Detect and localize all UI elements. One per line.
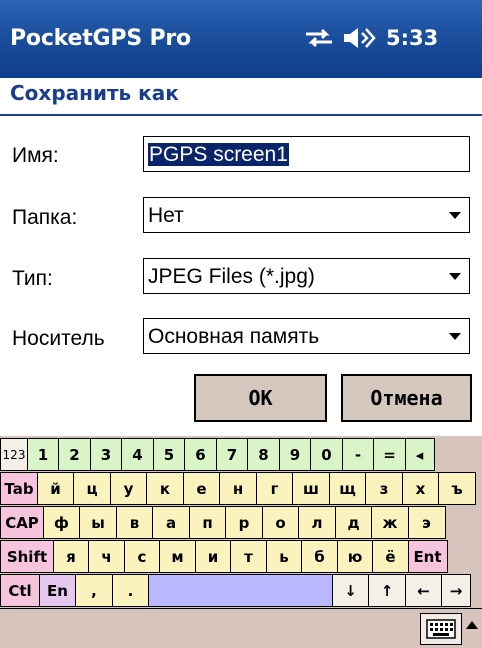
key[interactable]: 2 xyxy=(58,438,91,471)
key[interactable]: ц xyxy=(73,472,111,505)
key[interactable]: 8 xyxy=(247,438,280,471)
backspace-key[interactable]: ◂ xyxy=(404,438,435,471)
lang-key[interactable]: En xyxy=(38,574,77,607)
chevron-down-icon xyxy=(449,212,461,219)
key[interactable]: ч xyxy=(88,540,125,573)
storage-value: Основная память xyxy=(148,325,320,348)
app-title: PocketGPS Pro xyxy=(10,26,191,51)
enter-key[interactable]: Ent xyxy=(407,540,448,573)
key[interactable]: 3 xyxy=(89,438,123,471)
key[interactable]: = xyxy=(373,438,406,471)
dialog-title: Сохранить как xyxy=(10,81,179,105)
caps-key[interactable]: CAP xyxy=(0,506,44,539)
key[interactable]: х xyxy=(401,472,440,505)
space-key[interactable] xyxy=(148,574,333,607)
key[interactable]: л xyxy=(298,506,336,539)
keyboard-row-4: Shift я ч с м и т ь б ю ё Ent xyxy=(0,540,448,573)
key[interactable]: 7 xyxy=(215,438,249,471)
key[interactable]: с xyxy=(123,540,161,573)
keyboard-row-1: 123 1 2 3 4 5 6 7 8 9 0 - = ◂ xyxy=(0,438,435,471)
key[interactable]: ё xyxy=(372,540,409,573)
left-arrow-key[interactable]: ← xyxy=(404,574,443,607)
key[interactable]: д xyxy=(334,506,373,539)
clock[interactable]: 5:33 xyxy=(386,24,438,52)
key[interactable]: к xyxy=(146,472,184,505)
key[interactable]: 9 xyxy=(278,438,312,471)
key[interactable]: н xyxy=(219,472,257,505)
storage-select[interactable]: Основная память xyxy=(143,318,470,354)
keyboard-row-3: CAP ф ы в а п р о л д ж э xyxy=(0,506,446,539)
ok-button[interactable]: OK xyxy=(194,374,327,422)
folder-select[interactable]: Нет xyxy=(143,197,470,233)
type-value: JPEG Files (*.jpg) xyxy=(148,265,315,288)
dialog-header: Сохранить как xyxy=(0,78,482,116)
key[interactable]: , xyxy=(75,574,113,607)
keyboard-row-2: Tab й ц у к е н г ш щ з х ъ xyxy=(0,472,476,505)
clock-time: 5:33 xyxy=(386,26,439,50)
chevron-down-icon xyxy=(449,273,461,280)
key[interactable]: б xyxy=(301,540,338,573)
key[interactable]: р xyxy=(225,506,263,539)
key[interactable]: щ xyxy=(328,472,367,505)
key[interactable]: ш xyxy=(292,472,330,505)
down-arrow-key[interactable]: ↓ xyxy=(331,574,370,607)
key[interactable]: я xyxy=(52,540,90,573)
key[interactable]: у xyxy=(109,472,148,505)
key[interactable]: ю xyxy=(336,540,374,573)
input-menu-caret-icon[interactable] xyxy=(466,621,478,629)
volume-icon[interactable] xyxy=(342,24,378,52)
key[interactable]: 5 xyxy=(152,438,186,471)
key[interactable]: е xyxy=(182,472,221,505)
key[interactable]: ъ xyxy=(438,472,476,505)
folder-label: Папка: xyxy=(12,206,78,229)
connectivity-icon[interactable] xyxy=(304,24,336,52)
key[interactable]: в xyxy=(115,506,154,539)
bottom-bar xyxy=(0,608,482,648)
name-label: Имя: xyxy=(12,144,59,167)
type-label: Тип: xyxy=(12,267,53,290)
key-123[interactable]: 123 xyxy=(0,438,28,471)
cancel-button[interactable]: Отмена xyxy=(341,374,472,422)
soft-keyboard: 123 1 2 3 4 5 6 7 8 9 0 - = ◂ Tab й ц у … xyxy=(0,436,482,608)
folder-value: Нет xyxy=(148,204,184,227)
key[interactable]: г xyxy=(255,472,294,505)
key[interactable]: 6 xyxy=(184,438,217,471)
key[interactable]: т xyxy=(230,540,267,573)
key[interactable]: ж xyxy=(371,506,409,539)
key[interactable]: й xyxy=(36,472,75,505)
keyboard-icon[interactable] xyxy=(420,613,462,645)
key[interactable]: ы xyxy=(79,506,117,539)
shift-key[interactable]: Shift xyxy=(0,540,54,573)
key[interactable]: и xyxy=(194,540,232,573)
chevron-down-icon xyxy=(449,333,461,340)
key[interactable]: м xyxy=(159,540,196,573)
key[interactable]: 4 xyxy=(121,438,154,471)
type-select[interactable]: JPEG Files (*.jpg) xyxy=(143,258,470,294)
key[interactable]: п xyxy=(188,506,227,539)
key[interactable]: о xyxy=(261,506,300,539)
key[interactable]: а xyxy=(152,506,190,539)
key[interactable]: з xyxy=(365,472,403,505)
name-value: PGPS screen1 xyxy=(148,143,289,166)
key[interactable]: ф xyxy=(42,506,81,539)
key[interactable]: ь xyxy=(265,540,303,573)
right-arrow-key[interactable]: → xyxy=(441,574,471,607)
tab-key[interactable]: Tab xyxy=(0,472,38,505)
ctrl-key[interactable]: Ctl xyxy=(0,574,40,607)
key[interactable]: 1 xyxy=(26,438,60,471)
title-bar: PocketGPS Pro 5:33 xyxy=(0,0,482,78)
storage-label: Носитель xyxy=(12,327,105,350)
key[interactable]: . xyxy=(111,574,150,607)
keyboard-row-5: Ctl En , . ↓ ↑ ← → xyxy=(0,574,471,607)
key[interactable]: э xyxy=(407,506,446,539)
key[interactable]: 0 xyxy=(310,438,343,471)
name-field[interactable]: PGPS screen1 xyxy=(143,136,470,172)
up-arrow-key[interactable]: ↑ xyxy=(368,574,406,607)
key[interactable]: - xyxy=(341,438,375,471)
